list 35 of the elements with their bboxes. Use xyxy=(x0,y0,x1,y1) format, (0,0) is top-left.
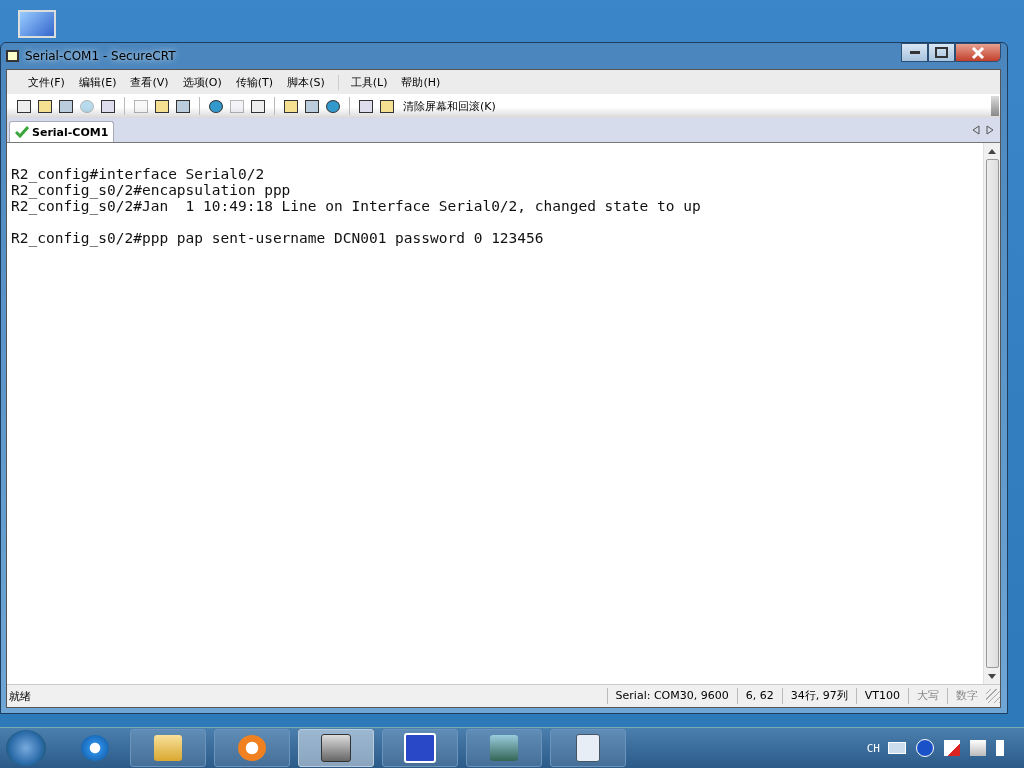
menu-item[interactable]: 查看(V) xyxy=(123,74,176,90)
tab-scroll-left-icon[interactable] xyxy=(972,125,980,135)
status-field: 大写 xyxy=(908,688,947,704)
menu-item[interactable]: 文件(F) xyxy=(21,74,72,90)
window-title: Serial-COM1 - SecureCRT xyxy=(25,49,176,63)
terminal-line: R2_config_s0/2#ppp pap sent-username DCN001 password 0 123456 xyxy=(11,230,545,246)
maximize-button[interactable] xyxy=(928,43,955,62)
terminal-line: R2_config#interface Serial0/2 xyxy=(11,166,266,182)
vertical-scrollbar[interactable] xyxy=(983,143,1000,684)
status-field: 数字 xyxy=(947,688,986,704)
status-field: Serial: COM30, 9600 xyxy=(606,688,737,704)
language-indicator[interactable]: CH xyxy=(866,741,880,755)
status-field: VT100 xyxy=(855,688,908,704)
scrollbar-thumb[interactable] xyxy=(985,159,999,668)
menu-item[interactable]: 传输(T) xyxy=(228,74,281,90)
status-message: 就绪 xyxy=(9,688,31,704)
session-tab[interactable]: Serial-COM1 xyxy=(9,121,115,142)
app-icon xyxy=(6,50,19,62)
close-button[interactable] xyxy=(955,43,1001,62)
menu-item[interactable]: 帮助(H) xyxy=(394,74,448,90)
maximize-icon xyxy=(935,47,948,58)
minimize-icon xyxy=(909,51,920,54)
minimize-button[interactable] xyxy=(901,43,928,62)
menu-item[interactable]: 工具(L) xyxy=(337,74,395,90)
menu-item[interactable]: 选项(O) xyxy=(175,74,229,90)
terminal-line: R2_config_s0/2#encapsulation ppp xyxy=(11,182,292,198)
close-icon xyxy=(971,46,985,59)
status-field: 6, 62 xyxy=(736,688,782,704)
tab-scroll-right-icon[interactable] xyxy=(986,125,994,135)
terminal-line: R2_config_s0/2#Jan 1 10:49:18 Line on Interface Serial0/2, changed state to up xyxy=(11,198,702,214)
status-field: 34行, 97列 xyxy=(781,688,856,704)
start-button[interactable] xyxy=(6,730,46,766)
clear-screen-button[interactable]: 清除屏幕和回滚(K) xyxy=(403,98,496,114)
menu-item[interactable]: 编辑(E) xyxy=(71,74,124,90)
menu-item[interactable]: 脚本(S) xyxy=(280,74,332,90)
